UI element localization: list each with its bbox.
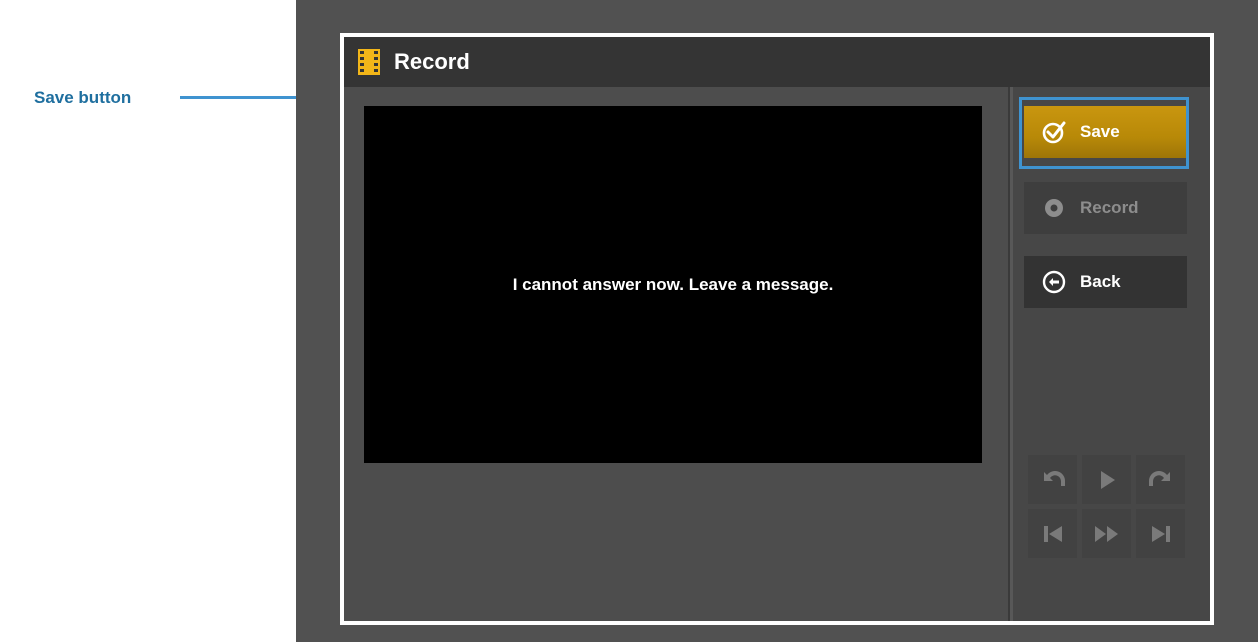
skip-to-start-button[interactable] — [1028, 509, 1077, 558]
play-button[interactable] — [1082, 455, 1131, 504]
video-caption: I cannot answer now. Leave a message. — [512, 274, 834, 294]
video-preview: I cannot answer now. Leave a message. — [364, 106, 982, 463]
title-bar: Record — [344, 37, 1210, 87]
media-controls — [1028, 455, 1185, 558]
skip-to-end-button[interactable] — [1136, 509, 1185, 558]
skip-to-start-icon — [1043, 525, 1062, 542]
back-button[interactable]: Back — [1024, 256, 1187, 308]
forward-button[interactable] — [1136, 455, 1185, 504]
record-button[interactable]: Record — [1024, 182, 1187, 234]
rewind-icon — [1043, 470, 1065, 486]
back-label: Back — [1080, 272, 1121, 291]
record-label: Record — [1080, 198, 1139, 217]
screenshot: Save button Record I cannot answer now. … — [0, 0, 1258, 642]
record-icon — [1045, 199, 1063, 217]
skip-to-end-icon — [1151, 525, 1170, 542]
back-arrow-icon — [1042, 270, 1066, 294]
play-icon — [1100, 470, 1115, 489]
fast-forward-button[interactable] — [1082, 509, 1131, 558]
window-title: Record — [394, 49, 470, 74]
film-icon — [358, 49, 380, 75]
forward-icon — [1148, 470, 1170, 486]
rewind-button[interactable] — [1028, 455, 1077, 504]
fast-forward-icon — [1094, 525, 1118, 542]
callout-label: Save button — [34, 88, 132, 107]
main-area: I cannot answer now. Leave a message. — [344, 87, 1008, 621]
callout-highlight-box — [1019, 97, 1189, 169]
